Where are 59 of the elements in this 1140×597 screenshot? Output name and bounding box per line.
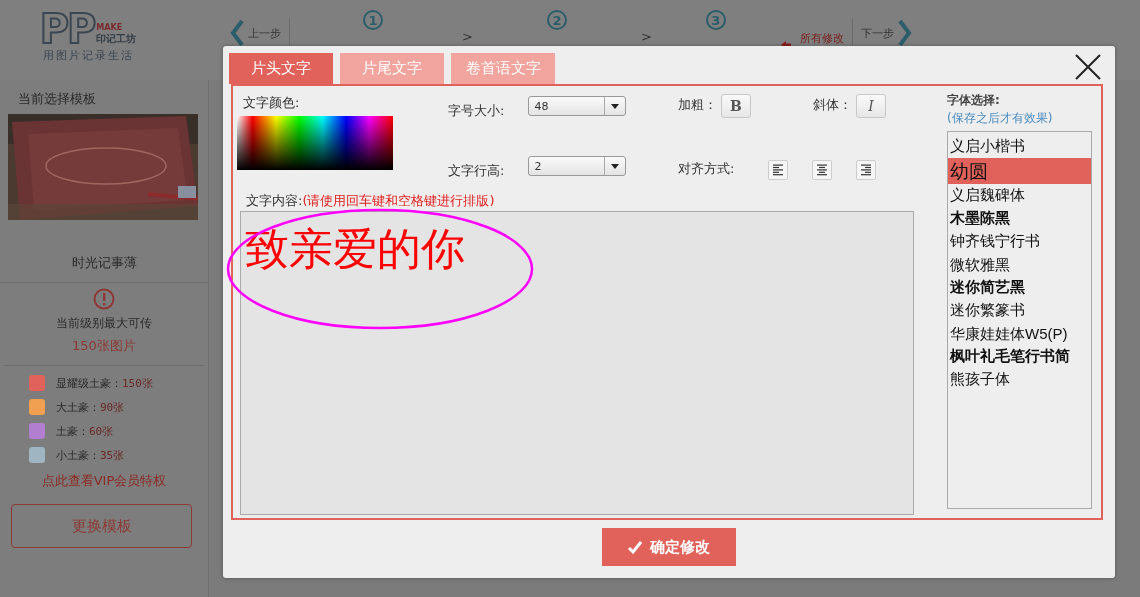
step-number: 3 <box>705 10 726 30</box>
font-option[interactable]: 华康娃娃体W5(P) <box>948 322 1091 345</box>
level-text: 大土豪：90张 <box>56 399 125 415</box>
chevron-left-icon[interactable] <box>230 19 244 47</box>
field-label: 对齐方式: <box>678 160 735 178</box>
font-option[interactable]: 迷你繁篆书 <box>948 299 1091 322</box>
font-option[interactable]: 枫叶礼毛笔行书简 <box>948 345 1091 368</box>
field-label: 斜体： <box>813 96 852 114</box>
font-option[interactable]: 熊孩子体 <box>948 368 1091 391</box>
caret-down-icon <box>611 103 620 109</box>
close-icon[interactable] <box>1073 52 1103 82</box>
font-list-title: 字体选择: <box>947 92 1001 109</box>
hint-text: (请使用回车键和空格键进行排版) <box>302 193 495 208</box>
template-name: 时光记事薄 <box>0 254 208 283</box>
logo-letters: PP <box>39 12 95 46</box>
font-option[interactable]: 木墨陈黑 <box>948 207 1091 230</box>
font-option[interactable]: 义启小楷书 <box>948 135 1091 158</box>
font-size-dropdown[interactable]: 48 <box>528 96 627 116</box>
line-height-dropdown[interactable]: 2 <box>528 156 627 176</box>
font-list-note: (保存之后才有效果) <box>947 110 1054 127</box>
level-text: 小土豪：35张 <box>56 447 125 463</box>
font-option[interactable]: 义启魏碑体 <box>948 184 1091 207</box>
tab[interactable]: 片头文字 <box>229 53 333 84</box>
step-number: 2 <box>546 10 567 30</box>
field-label: 文字颜色: <box>243 95 300 110</box>
check-icon <box>628 540 642 554</box>
badge-icon <box>28 374 46 392</box>
step-number: 1 <box>363 10 383 30</box>
badge-icon <box>28 422 46 440</box>
slogan: 用图片记录生活 <box>42 48 134 63</box>
field-label: 文字行高: <box>448 162 505 180</box>
field-label: 加粗： <box>678 96 717 114</box>
panel-title: 当前选择模板 <box>17 90 97 108</box>
logo-make-text: MAKE <box>96 23 124 32</box>
badge-icon <box>28 446 46 464</box>
font-option[interactable]: 钟齐钱宁行书 <box>948 230 1091 253</box>
badge-icon <box>28 398 46 416</box>
italic-button[interactable]: I <box>856 94 886 118</box>
level-text: 显耀级土豪：150张 <box>56 375 153 391</box>
level-text: 土豪：60张 <box>56 423 114 439</box>
bold-button[interactable]: B <box>721 94 751 118</box>
brand-name: 印记工坊 <box>96 32 137 46</box>
align-center-icon[interactable] <box>812 160 833 180</box>
align-right-icon[interactable] <box>856 160 877 180</box>
limit-count: 150张图片 <box>72 337 136 355</box>
limit-text: 当前级别最大可传 <box>56 315 152 332</box>
field-label: 字号大小: <box>448 102 505 120</box>
font-option[interactable]: 迷你简艺黑 <box>948 276 1091 299</box>
step-separator: > <box>640 30 652 44</box>
caret-down-icon <box>611 163 620 169</box>
confirm-button[interactable]: 确定修改 <box>602 528 736 566</box>
step-separator: > <box>462 30 473 44</box>
color-picker[interactable] <box>237 116 393 170</box>
font-option[interactable]: 微软雅黑 <box>948 253 1091 276</box>
chevron-right-icon[interactable] <box>897 19 912 47</box>
warning-icon <box>93 288 115 310</box>
align-left-icon[interactable] <box>768 160 789 180</box>
font-option[interactable]: 幼圆 <box>948 158 1091 184</box>
field-label: 文字内容: <box>246 193 303 208</box>
